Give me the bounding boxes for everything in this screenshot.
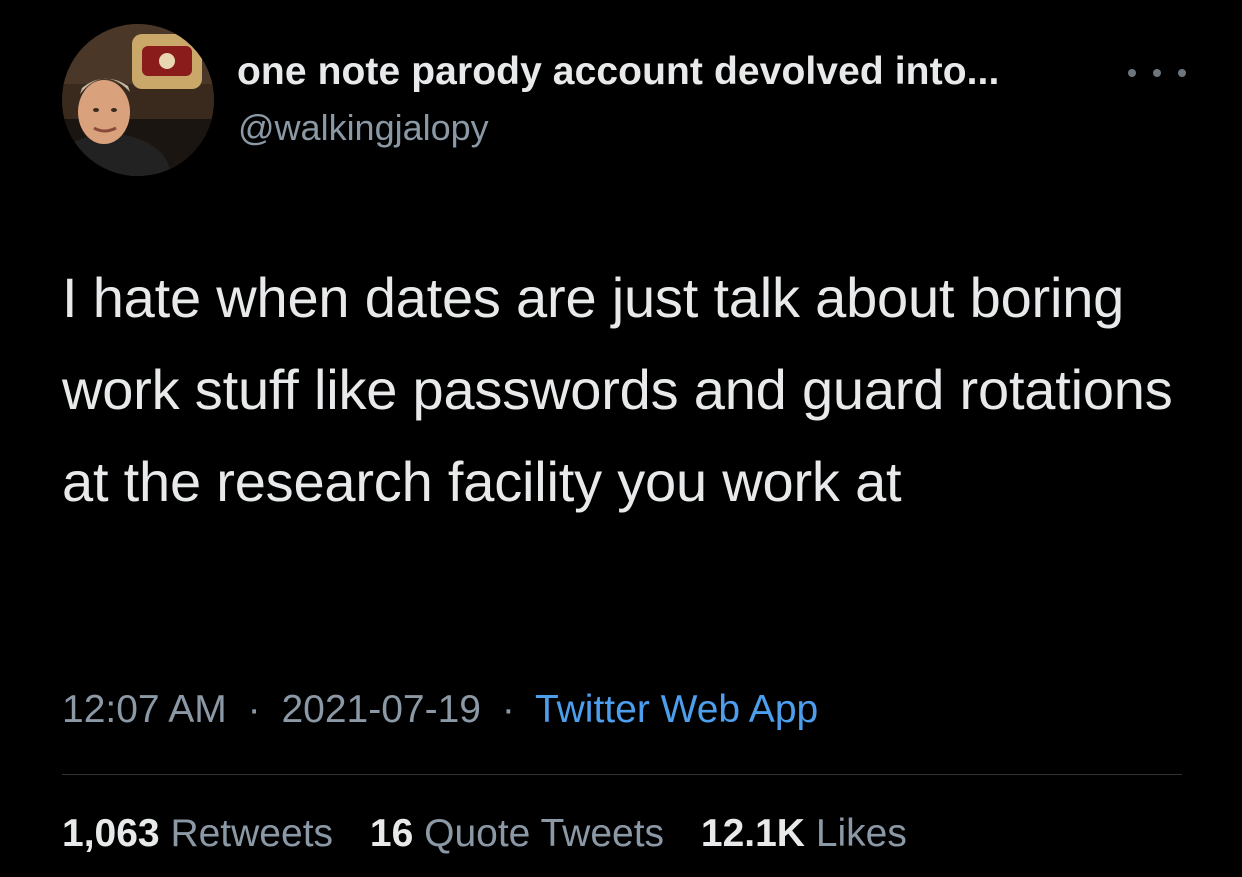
avatar-image bbox=[62, 24, 214, 176]
more-dot bbox=[1128, 69, 1136, 77]
tweet-date[interactable]: 2021-07-19 bbox=[281, 688, 481, 731]
quote-tweets-stat[interactable]: 16 Quote Tweets bbox=[370, 812, 675, 855]
quote-tweets-count: 16 bbox=[369, 812, 414, 855]
user-handle[interactable]: @walkingjalopy bbox=[238, 107, 489, 149]
meta-separator: · bbox=[247, 688, 261, 731]
display-name[interactable]: one note parody account devolved into... bbox=[237, 50, 999, 94]
divider bbox=[62, 774, 1182, 775]
retweets-label: Retweets bbox=[170, 812, 334, 855]
meta-separator: · bbox=[501, 688, 515, 731]
likes-count: 12.1K bbox=[700, 812, 805, 855]
tweet-meta: 12:07 AM · 2021-07-19 · Twitter Web App bbox=[62, 688, 818, 732]
tweet-text: I hate when dates are just talk about bo… bbox=[62, 266, 1173, 513]
tweet-source-link[interactable]: Twitter Web App bbox=[535, 688, 818, 731]
retweets-stat[interactable]: 1,063 Retweets bbox=[62, 812, 344, 855]
retweets-count: 1,063 bbox=[62, 812, 160, 855]
avatar[interactable] bbox=[62, 24, 214, 176]
quote-tweets-label: Quote Tweets bbox=[424, 812, 665, 855]
tweet-time[interactable]: 12:07 AM bbox=[62, 688, 227, 731]
more-dot bbox=[1153, 69, 1161, 77]
likes-label: Likes bbox=[815, 812, 907, 855]
likes-stat[interactable]: 12.1K Likes bbox=[701, 812, 907, 855]
tweet-stats: 1,063 Retweets 16 Quote Tweets 12.1K Lik… bbox=[62, 812, 933, 856]
more-horizontal-icon[interactable] bbox=[1128, 58, 1186, 88]
more-dot bbox=[1178, 69, 1186, 77]
